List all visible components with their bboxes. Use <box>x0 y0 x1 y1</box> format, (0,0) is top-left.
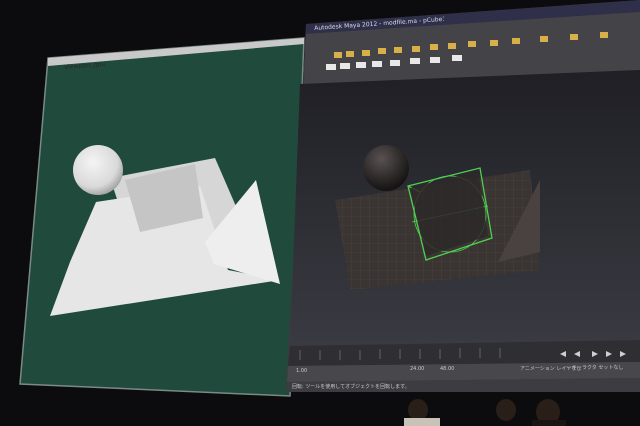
maya-window <box>286 0 640 392</box>
presentation-screen: Viewport_gpu Autodesk Maya 2012 - modfil… <box>0 0 640 426</box>
maya-sphere <box>363 145 409 191</box>
left-viewport-window <box>19 37 305 397</box>
time-range-start[interactable]: 1.00 <box>296 368 307 374</box>
help-line-text: 回転: ツールを使用してオブジェクトを回転します。 <box>292 384 410 390</box>
end-time[interactable]: 48.00 <box>440 366 454 372</box>
presenters <box>404 399 566 426</box>
left-sphere <box>73 145 123 195</box>
character-set-status: キャラクタ セットなし <box>572 365 624 371</box>
time-range-end[interactable]: 24.00 <box>410 366 424 372</box>
